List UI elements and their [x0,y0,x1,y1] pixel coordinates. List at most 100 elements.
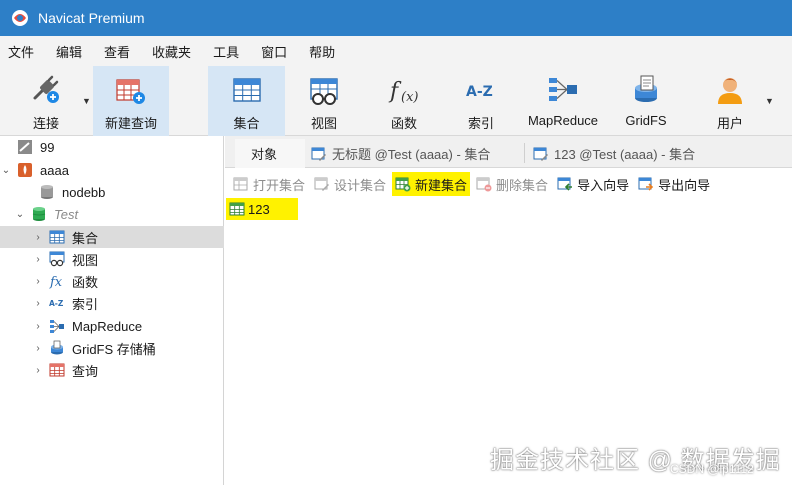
function-fx-icon: fx [48,272,66,290]
import-icon [557,176,573,192]
tree-item-label: nodebb [62,184,106,200]
svg-text:A-Z: A-Z [49,299,64,308]
open-collection-icon [233,176,249,192]
tab-untitled-collection[interactable]: 无标题 @Test (aaaa) - 集合 [307,139,525,168]
svg-text:f: f [388,79,402,104]
collapsed-chevron-icon[interactable]: › [32,276,44,287]
menu-edit[interactable]: 编辑 [46,42,94,61]
connect-button[interactable]: 连接 [10,66,82,136]
mapreduce-button[interactable]: MapReduce [520,66,606,136]
new-query-icon [113,74,149,106]
tab-label: 123 @Test (aaaa) - 集合 [554,147,696,162]
tree-item-99[interactable]: 99 [0,136,224,158]
collapsed-chevron-icon[interactable]: › [32,298,44,309]
collection-item-label: 123 [248,201,270,217]
database-green-icon [30,205,48,223]
user-label: 用户 [716,116,743,131]
new-collection-icon [395,176,411,192]
mapreduce-icon [48,317,66,335]
tab-label: 对象 [251,147,278,162]
tree-item-collections[interactable]: › 集合 [0,226,224,248]
import-wizard-button[interactable]: 导入向导 [554,172,632,196]
user-icon [712,74,748,106]
collection-table-icon [48,228,66,246]
view-button[interactable]: 视图 [292,66,356,136]
gridfs-label: GridFS [625,113,667,128]
database-gray-icon [38,183,56,201]
collection-item-123[interactable]: 123 [226,198,298,220]
expanded-chevron-icon[interactable]: ⌄ [14,209,26,220]
new-collection-label: 新建集合 [415,177,468,193]
export-icon [638,176,654,192]
tree-item-label: 99 [40,139,55,155]
delete-collection-label: 删除集合 [496,177,549,193]
new-query-button[interactable]: 新建查询 [93,66,169,136]
tree-item-indexes[interactable]: › A-Z 索引 [0,292,224,314]
menu-tools[interactable]: 工具 [203,42,251,61]
collection-design-icon [533,146,549,162]
menu-window[interactable]: 窗口 [251,42,299,61]
tree-item-functions[interactable]: › fx 函数 [0,270,224,292]
collection-table-icon [229,74,265,106]
connect-label: 连接 [32,116,59,131]
svg-text:A-Z: A-Z [466,84,493,100]
design-collection-icon [314,176,330,192]
index-az-icon: A-Z [463,74,499,106]
index-label: 索引 [467,116,494,131]
export-wizard-button[interactable]: 导出向导 [635,172,713,196]
watermark-subtext: CSDN @lp1112 [670,462,754,476]
tree-item-label: aaaa [40,162,69,178]
menu-help[interactable]: 帮助 [299,42,347,61]
tree-item-label: MapReduce [72,318,143,334]
delete-collection-button[interactable]: 删除集合 [473,172,551,196]
object-panel: 对象 无标题 @Test (aaaa) - 集合 123 @Test (aaaa… [225,136,792,485]
connect-dropdown-icon[interactable]: ▼ [82,96,91,106]
tree-item-mapreduce[interactable]: › MapReduce [0,315,224,337]
tree-item-label: GridFS 存储桶 [72,341,156,357]
main-toolbar: 连接 ▼ 新建查询 集合 视图 f (x) 函数 A-Z 索引 MapReduc… [0,66,792,136]
tab-label: 无标题 @Test (aaaa) - 集合 [332,147,491,162]
tab-123-collection[interactable]: 123 @Test (aaaa) - 集合 [527,139,727,168]
index-az-icon: A-Z [48,294,66,312]
connection-icon [16,138,34,156]
collection-design-icon [311,146,327,162]
tree-item-label: Test [54,206,79,222]
tree-item-test[interactable]: ⌄ Test [0,203,224,225]
expanded-chevron-icon[interactable]: ⌄ [0,165,12,176]
view-glasses-icon [48,250,66,268]
collection-label: 集合 [233,116,260,131]
new-collection-button[interactable]: 新建集合 [392,172,471,196]
user-button[interactable]: 用户 [698,66,762,136]
collapsed-chevron-icon[interactable]: › [32,232,44,243]
menu-favorites[interactable]: 收藏夹 [142,42,203,61]
function-label: 函数 [390,116,417,131]
collection-button[interactable]: 集合 [208,66,285,136]
gridfs-bucket-icon [48,339,66,357]
gridfs-button[interactable]: GridFS [614,66,678,136]
index-button[interactable]: A-Z 索引 [449,66,513,136]
user-dropdown-icon[interactable]: ▼ [765,96,774,106]
menu-file[interactable]: 文件 [0,42,46,61]
design-collection-button[interactable]: 设计集合 [311,172,389,196]
collapsed-chevron-icon[interactable]: › [32,254,44,265]
tree-item-queries[interactable]: › 查询 [0,359,224,381]
tab-objects[interactable]: 对象 [235,139,305,168]
plug-icon [28,74,64,106]
collapsed-chevron-icon[interactable]: › [32,343,44,354]
menu-view[interactable]: 查看 [94,42,142,61]
tree-item-nodebb[interactable]: nodebb [0,181,224,203]
open-collection-button[interactable]: 打开集合 [230,172,308,196]
tree-item-gridfs[interactable]: › GridFS 存储桶 [0,337,224,359]
collapsed-chevron-icon[interactable]: › [32,365,44,376]
tree-item-views[interactable]: › 视图 [0,248,224,270]
navicat-logo-icon [10,8,30,28]
function-button[interactable]: f (x) 函数 [372,66,436,136]
tree-item-aaaa[interactable]: ⌄ aaaa [0,159,224,181]
query-icon [48,361,66,379]
collapsed-chevron-icon[interactable]: › [32,321,44,332]
view-glasses-icon [306,74,342,106]
tree-item-label: 函数 [72,274,99,290]
import-wizard-label: 导入向导 [577,177,630,193]
svg-text:(x): (x) [401,90,418,105]
function-fx-icon: f (x) [386,74,422,106]
